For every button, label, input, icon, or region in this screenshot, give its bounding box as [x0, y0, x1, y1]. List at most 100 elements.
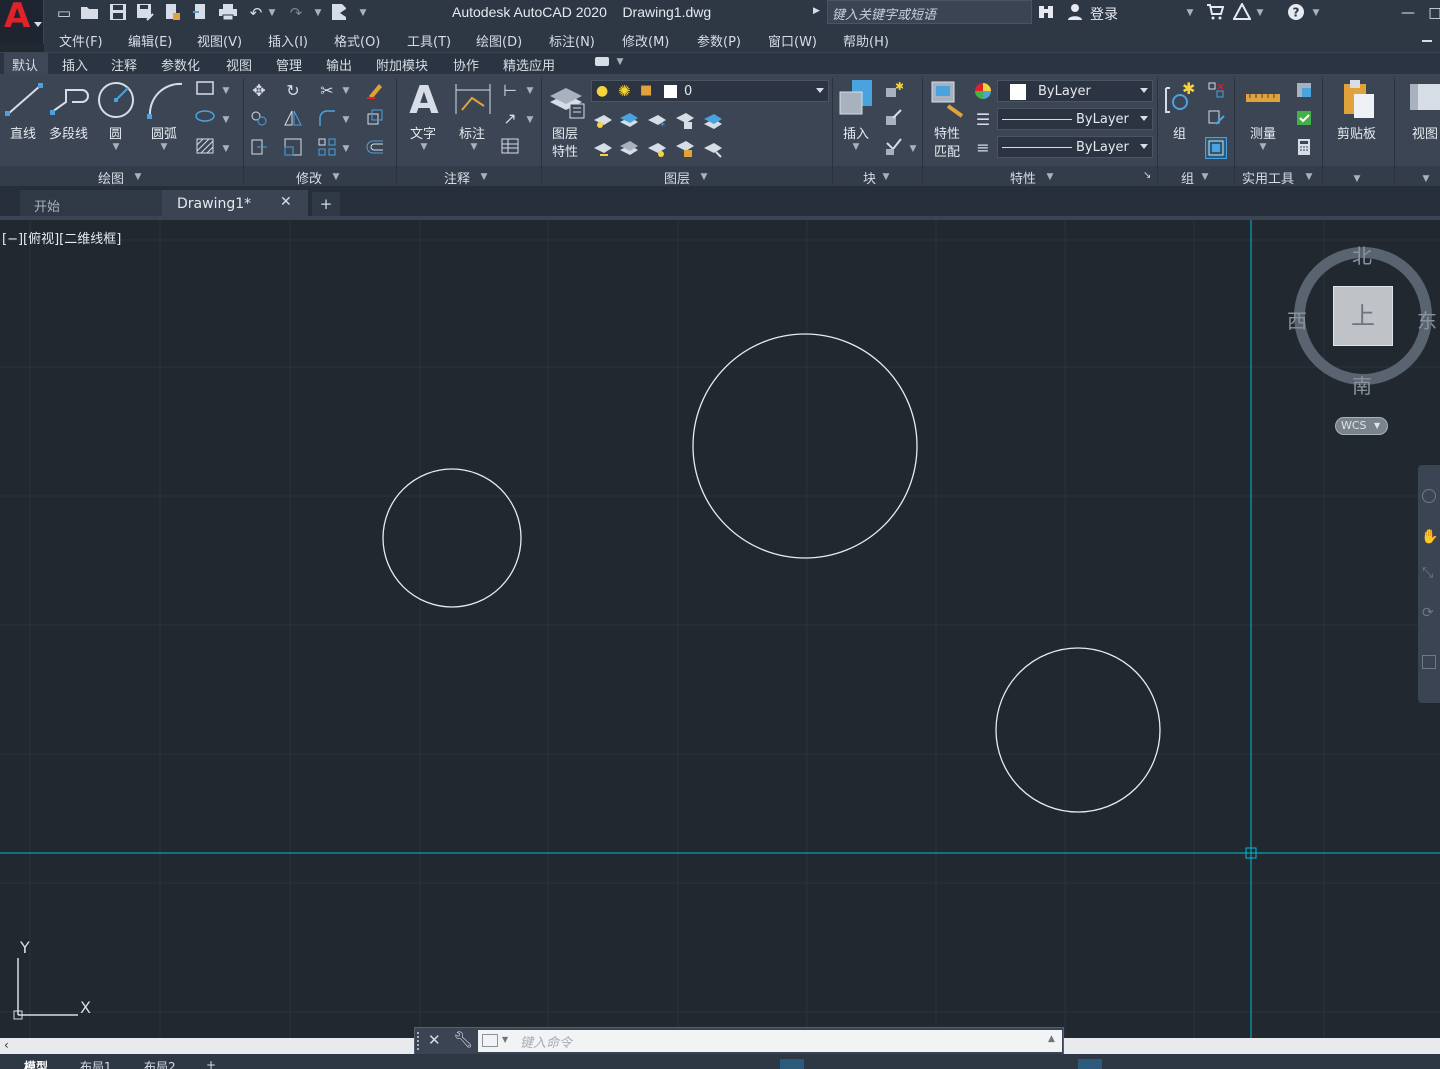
layer-walk-icon[interactable] [702, 138, 724, 160]
panel-title-layers[interactable]: 图层 [664, 168, 690, 187]
viewport-controls[interactable]: [−][俯视][二维线框] [2, 228, 121, 247]
mirror-icon[interactable] [282, 108, 304, 130]
color-dropdown[interactable]: ByLayer [997, 80, 1153, 102]
application-menu-button[interactable]: A [0, 0, 44, 44]
viewcube-east[interactable]: 东 [1417, 305, 1437, 334]
linetype-dropdown[interactable]: ByLayer [997, 108, 1153, 130]
viewcube-north[interactable]: 北 [1352, 240, 1372, 269]
a360-dropdown-icon[interactable]: ▼ [1256, 6, 1264, 20]
annotation-panel-expand-icon[interactable]: ▼ [480, 170, 488, 184]
layer-thaw-icon[interactable] [646, 138, 668, 160]
plot-icon[interactable] [218, 3, 238, 23]
drawing-canvas[interactable] [0, 220, 1440, 1038]
move-icon[interactable]: ✥ [248, 80, 270, 102]
layout-tab-2[interactable]: 布局2 [144, 1058, 176, 1069]
viewcube-top-face[interactable]: 上 [1333, 286, 1393, 346]
ellipse-icon[interactable] [194, 108, 216, 130]
panel-title-block[interactable]: 块 [863, 168, 876, 187]
cart-icon[interactable] [1205, 3, 1225, 23]
undo-dropdown-icon[interactable]: ▼ [268, 6, 276, 20]
tab-annotate[interactable]: 注释 [111, 55, 137, 74]
clipboard-panel-expand-icon[interactable]: ▼ [1353, 172, 1361, 186]
utilities-panel-expand-icon[interactable]: ▼ [1305, 170, 1313, 184]
viewcube-west[interactable]: 西 [1287, 305, 1307, 334]
undo-icon[interactable]: ↶ [246, 3, 266, 23]
circle-icon[interactable] [96, 80, 136, 120]
layout-tab-1[interactable]: 布局1 [80, 1058, 112, 1069]
clipboard-label[interactable]: 剪贴板 [1337, 123, 1376, 142]
menu-view[interactable]: 视图(V) [197, 31, 242, 50]
layer-match-icon[interactable] [702, 110, 724, 132]
ribbon-display-dropdown-icon[interactable]: ▼ [616, 55, 624, 69]
zoom-extents-icon[interactable]: ⤡ [1422, 565, 1433, 581]
match-properties-label-2[interactable]: 匹配 [934, 141, 960, 160]
menu-modify[interactable]: 修改(M) [622, 31, 669, 50]
stretch-icon[interactable] [248, 137, 270, 159]
erase-icon[interactable] [364, 80, 386, 102]
copy-icon[interactable] [248, 108, 270, 130]
view-icon[interactable] [1406, 80, 1440, 114]
search-expand-icon[interactable]: ▶ [813, 6, 820, 16]
command-grip-icon[interactable] [417, 1032, 423, 1050]
ellipse-dropdown-icon[interactable]: ▼ [222, 113, 230, 127]
binoculars-icon[interactable] [1036, 3, 1056, 23]
open-web-icon[interactable] [162, 3, 182, 23]
panel-title-groups[interactable]: 组 [1181, 168, 1194, 187]
linear-dimension-dropdown-icon[interactable]: ▼ [526, 84, 534, 98]
panel-title-properties[interactable]: 特性 [1010, 168, 1036, 187]
redo-icon[interactable]: ↷ [286, 3, 306, 23]
menu-minimize-icon[interactable] [1422, 40, 1432, 42]
layer-unisolate-icon[interactable] [618, 138, 640, 160]
offset-icon[interactable] [364, 137, 386, 159]
menu-edit[interactable]: 编辑(E) [128, 31, 172, 50]
command-history-icon[interactable] [482, 1034, 498, 1047]
wcs-menu[interactable]: WCS ▼ [1335, 417, 1388, 435]
user-icon[interactable] [1065, 3, 1085, 23]
redo-dropdown-icon[interactable]: ▼ [314, 6, 322, 20]
osnap-toggle-icon[interactable] [1078, 1059, 1102, 1069]
menu-tools[interactable]: 工具(T) [407, 31, 451, 50]
arc-dropdown-icon[interactable]: ▼ [160, 140, 168, 154]
lineweight-icon[interactable]: ☰ [972, 109, 994, 131]
insert-block-icon[interactable] [836, 78, 878, 120]
clipboard-icon[interactable] [1338, 78, 1378, 120]
layers-panel-expand-icon[interactable]: ▼ [700, 170, 708, 184]
block-panel-expand-icon[interactable]: ▼ [882, 170, 890, 184]
color-wheel-icon[interactable] [972, 81, 994, 103]
help-icon[interactable]: ? [1286, 3, 1306, 23]
add-tab-button[interactable]: + [312, 192, 340, 216]
menu-file[interactable]: 文件(F) [59, 31, 103, 50]
menu-format[interactable]: 格式(O) [334, 31, 380, 50]
fillet-dropdown-icon[interactable]: ▼ [342, 113, 350, 127]
properties-dialog-launcher-icon[interactable]: ↘ [1143, 170, 1151, 181]
view-panel-expand-icon[interactable]: ▼ [1422, 172, 1430, 186]
tab-start[interactable]: 开始 [20, 190, 165, 218]
quick-select-icon[interactable] [1293, 80, 1315, 102]
ribbon-display-toggle-icon[interactable] [595, 57, 609, 66]
add-layout-button[interactable]: + [206, 1058, 216, 1069]
new-file-icon[interactable]: ▭ [54, 3, 74, 23]
panel-title-modify[interactable]: 修改 [296, 168, 322, 187]
viewcube-south[interactable]: 南 [1352, 370, 1372, 399]
groups-panel-expand-icon[interactable]: ▼ [1201, 170, 1209, 184]
pan-icon[interactable]: ✋ [1421, 529, 1438, 545]
edit-attributes-dropdown-icon[interactable]: ▼ [909, 142, 917, 156]
maximize-icon[interactable]: □ [1420, 0, 1440, 26]
layout-tab-model[interactable]: 模型 [24, 1058, 48, 1069]
explode-icon[interactable] [364, 108, 386, 130]
close-icon[interactable]: ✕ [280, 194, 292, 210]
polyline-label[interactable]: 多段线 [49, 123, 88, 142]
group-selection-icon[interactable] [1205, 137, 1227, 159]
help-dropdown-icon[interactable]: ▼ [1312, 6, 1320, 20]
panel-title-draw[interactable]: 绘图 [98, 168, 124, 187]
tab-output[interactable]: 输出 [326, 55, 352, 74]
orbit-icon[interactable]: ⟳ [1422, 605, 1434, 621]
group-label[interactable]: 组 [1173, 123, 1186, 142]
arc-icon[interactable] [146, 80, 186, 120]
tab-parametric[interactable]: 参数化 [161, 55, 200, 74]
table-icon[interactable] [499, 137, 521, 159]
layer-dropdown[interactable]: ● ✺ ■ 0 [591, 80, 829, 102]
rectangle-icon[interactable] [194, 80, 216, 102]
layer-freeze-icon[interactable]: * [646, 110, 668, 132]
search-input[interactable]: 键入关键字或短语 [827, 0, 1032, 24]
